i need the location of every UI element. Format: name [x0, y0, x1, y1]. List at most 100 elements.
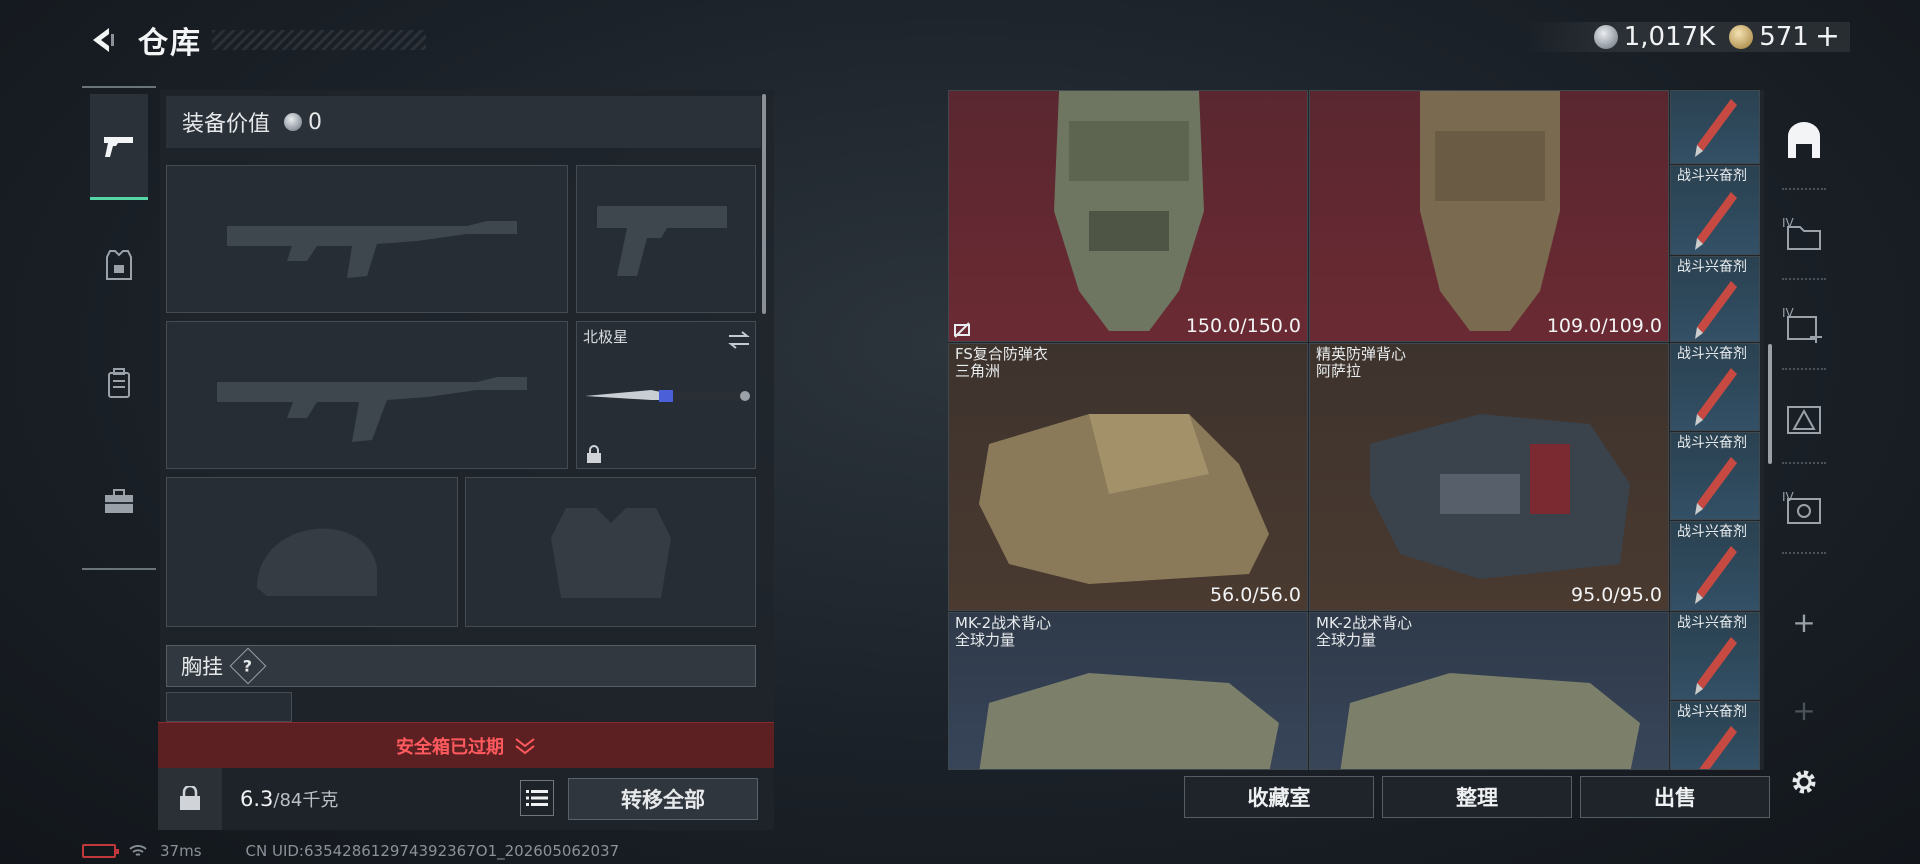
grid-item-stim[interactable]: 战斗兴奋剂 [1670, 701, 1760, 770]
rail-separator [1782, 552, 1826, 554]
body-armor-slot[interactable] [465, 477, 756, 627]
transfer-all-button[interactable]: 转移全部 [568, 778, 758, 820]
chest-rig-slot[interactable] [166, 692, 292, 722]
category-armor[interactable] [90, 212, 148, 318]
tab-storage-2[interactable]: IV [1774, 206, 1834, 266]
warehouse-scrollbar[interactable] [1768, 344, 1772, 464]
category-toolbox[interactable] [90, 448, 148, 554]
grid-item-armor-1[interactable]: 150.0/150.0 [948, 90, 1308, 342]
armor-silhouette-icon [551, 508, 671, 598]
warehouse-grid: 150.0/150.0 109.0/109.0 FS复合防弹衣 三角洲 56.0/… [948, 90, 1764, 770]
category-backpack[interactable] [90, 330, 148, 436]
grid-item-stim[interactable]: 战斗兴奋剂 [1670, 612, 1760, 700]
plus-icon: + [1792, 693, 1816, 727]
weight-max: /84千克 [273, 790, 339, 811]
item-durability: 95.0/95.0 [1570, 584, 1662, 606]
warehouse-icon [1788, 122, 1820, 158]
currency-bar: 1,017K 571 + [1523, 22, 1850, 52]
knife-icon [585, 390, 750, 402]
status-bar: 37ms CN UID:635428612974392367O1_2026050… [82, 842, 619, 860]
syringe-icon [1695, 281, 1737, 339]
grid-item-stim[interactable] [1670, 90, 1760, 164]
add-gold-icon[interactable]: + [1815, 22, 1840, 52]
list-icon [526, 790, 548, 806]
secondary-weapon-slot[interactable] [166, 321, 568, 469]
page-title: 仓库 [138, 26, 202, 61]
sell-button[interactable]: 出售 [1580, 776, 1770, 818]
grid-item-stim[interactable]: 战斗兴奋剂 [1670, 343, 1760, 431]
grid-item-stim[interactable]: 战斗兴奋剂 [1670, 432, 1760, 520]
back-arrow-icon [93, 28, 114, 52]
equipment-value-amount: 0 [308, 109, 323, 135]
syringe-icon [1699, 726, 1737, 769]
syringe-icon [1695, 99, 1737, 157]
pistol-silhouette-icon [597, 206, 727, 276]
armor-vest-icon [106, 250, 132, 280]
item-durability: 56.0/56.0 [1209, 584, 1301, 606]
tab-all[interactable] [1774, 112, 1834, 172]
tab-storage-3[interactable]: IV [1774, 296, 1834, 356]
rifle-silhouette-icon [217, 377, 527, 442]
grid-item-fs-composite-armor[interactable]: FS复合防弹衣 三角洲 56.0/56.0 [948, 343, 1308, 611]
gold-amount: 571 [1759, 22, 1809, 52]
secure-case-status: 安全箱已过期 [396, 736, 504, 758]
collection-room-button[interactable]: 收藏室 [1184, 776, 1374, 818]
sidearm-slot[interactable] [576, 165, 756, 313]
capacity-bar: 6.3/84千克 转移全部 [158, 768, 774, 830]
weight-current: 6.3 [240, 787, 274, 811]
secure-case-expired-bar[interactable]: 安全箱已过期 [158, 722, 774, 768]
gear-icon [1792, 770, 1816, 794]
gold-coin-icon [1729, 25, 1754, 49]
equipment-scrollbar[interactable] [762, 94, 766, 314]
syringe-icon [1695, 192, 1737, 250]
item-durability: 109.0/109.0 [1546, 315, 1662, 337]
grid-item-armor-2[interactable]: 109.0/109.0 [1309, 90, 1669, 342]
plus-icon: + [1792, 605, 1816, 639]
silver-currency[interactable]: 1,017K [1593, 22, 1716, 52]
backpack-icon [108, 368, 130, 398]
list-view-button[interactable] [520, 780, 554, 816]
grid-item-stim[interactable]: 战斗兴奋剂 [1670, 165, 1760, 255]
gold-currency[interactable]: 571 + [1729, 22, 1840, 52]
grid-item-mk2-vest-2[interactable]: MK-2战术背心 全球力量 [1309, 612, 1669, 770]
armor-vest-image [1340, 673, 1640, 769]
grid-item-mk2-vest-1[interactable]: MK-2战术背心 全球力量 [948, 612, 1308, 770]
tab-storage-4[interactable] [1774, 390, 1834, 450]
armor-vest-image [1420, 91, 1560, 331]
weight-readout: 6.3/84千克 [240, 786, 338, 812]
warehouse-actions: 收藏室 整理 出售 [1184, 776, 1770, 818]
rail-separator [1782, 278, 1826, 280]
syringe-icon [1695, 637, 1737, 695]
helmet-slot[interactable] [166, 477, 458, 627]
item-name: FS复合防弹衣 三角洲 [955, 345, 1048, 380]
syringe-icon [1695, 546, 1737, 604]
back-button[interactable] [82, 20, 122, 60]
item-name: MK-2战术背心 全球力量 [955, 614, 1052, 649]
category-rail [82, 86, 156, 570]
no-repair-icon [954, 322, 970, 338]
silver-coin-icon [284, 113, 303, 131]
melee-slot[interactable]: 北极星 [576, 321, 756, 469]
chest-rig-header: 胸挂 ? [166, 645, 756, 687]
silver-amount: 1,017K [1623, 22, 1716, 52]
swap-icon[interactable] [727, 330, 751, 350]
grid-item-stim[interactable]: 战斗兴奋剂 [1670, 256, 1760, 342]
wifi-icon [129, 845, 147, 856]
primary-weapon-slot[interactable] [166, 165, 568, 313]
tab-storage-5[interactable]: IV [1774, 480, 1834, 540]
armor-vest-image [979, 673, 1279, 769]
rifle-silhouette-icon [227, 221, 517, 278]
item-name: MK-2战术背心 全球力量 [1316, 614, 1413, 649]
grid-item-elite-armor-vest[interactable]: 精英防弹背心 阿萨拉 95.0/95.0 [1309, 343, 1669, 611]
add-tab-button-disabled: + [1774, 680, 1834, 740]
weight-lock-icon [180, 786, 200, 810]
helmet-silhouette-icon [257, 528, 377, 596]
add-tab-button[interactable]: + [1774, 592, 1834, 652]
help-icon[interactable]: ? [229, 647, 267, 685]
sort-button[interactable]: 整理 [1382, 776, 1572, 818]
category-weapons[interactable] [90, 94, 148, 200]
pistol-icon [104, 136, 133, 157]
settings-button[interactable] [1774, 752, 1834, 812]
grid-item-stim[interactable]: 战斗兴奋剂 [1670, 521, 1760, 611]
armor-vest-image [1054, 91, 1204, 331]
